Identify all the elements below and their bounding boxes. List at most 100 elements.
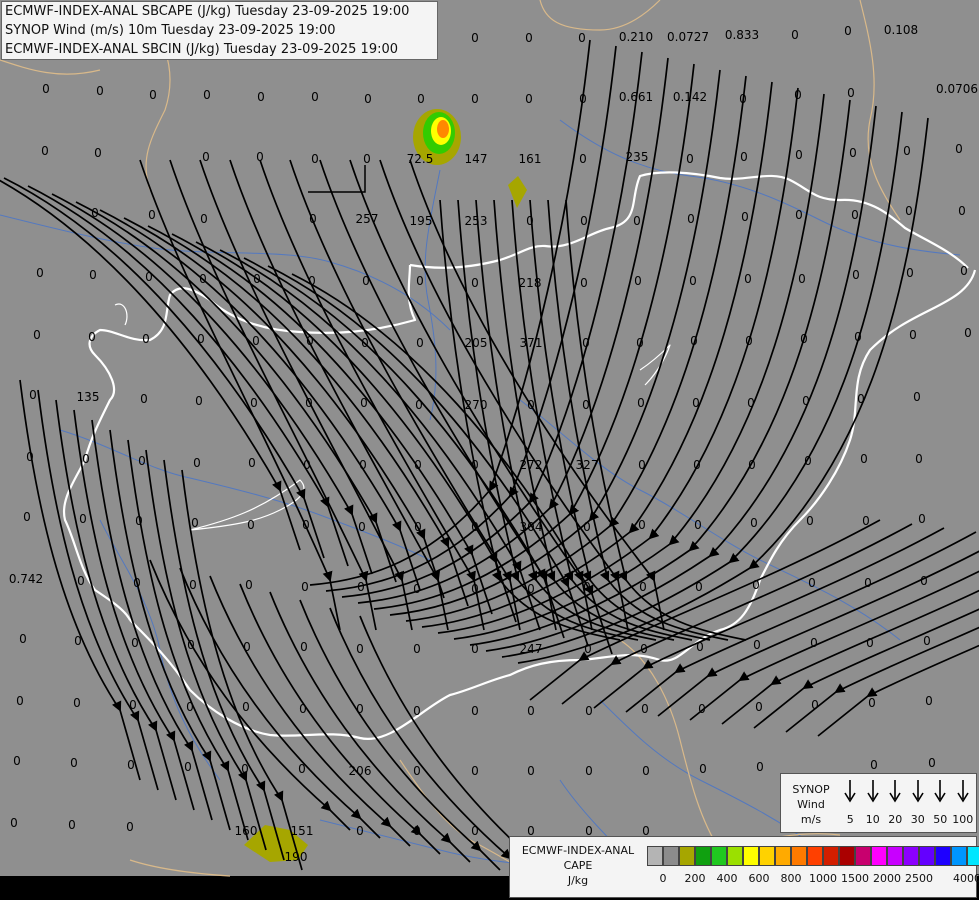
cin-value-199: 0 [70, 756, 78, 770]
cape-swatch-10 [807, 846, 823, 866]
wind-speed-50: 50 [929, 776, 952, 832]
cin-value-97: 135 [77, 390, 100, 404]
cin-value-63: 0 [199, 272, 207, 286]
cape-swatch-15 [887, 846, 903, 866]
cin-value-190: 0 [527, 704, 535, 718]
cape-tick-2000: 2000 [873, 872, 901, 885]
cin-value-80: 0 [142, 332, 150, 346]
cin-value-48: 257 [356, 212, 379, 226]
cin-value-129: 0 [915, 452, 923, 466]
cin-value-161: 0 [808, 576, 816, 590]
cin-value-30: 0 [256, 150, 264, 164]
cape-swatch-6 [743, 846, 759, 866]
cin-value-19: 0 [471, 92, 479, 106]
title-cape: ECMWF-INDEX-ANAL SBCAPE (J/kg) Tuesday 2… [5, 4, 410, 19]
wind-speed-20: 20 [884, 776, 907, 832]
cape-swatch-14 [871, 846, 887, 866]
weather-map[interactable]: 0.210 0.0727 0.833 0 0 0.108 0.0706 0 0 0 0 0 0 0 0 0 0 0… [0, 0, 979, 900]
cin-value-0: 0.210 [619, 30, 653, 44]
cin-value-153: 0 [357, 580, 365, 594]
cape-swatch-8 [775, 846, 791, 866]
cin-value-147: 0.742 [9, 572, 43, 586]
cin-value-156: 0 [527, 582, 535, 596]
cin-value-72: 0 [689, 274, 697, 288]
wind-speed-label: 30 [910, 813, 925, 826]
cin-value-111: 0 [857, 392, 865, 406]
cape-tick-labels: 0200400600800100015002000250040006000 [647, 872, 979, 888]
cin-value-133: 0 [191, 516, 199, 530]
wind-speed-label: 100 [952, 813, 974, 826]
cin-value-107: 0 [637, 396, 645, 410]
cin-value-33: 72.5 [407, 152, 434, 166]
wind-speed-100: 100 [952, 776, 975, 832]
cin-value-157: 0 [583, 580, 591, 594]
cin-value-179: 0 [866, 636, 874, 650]
cin-value-121: 0 [471, 458, 479, 472]
cape-tick-1500: 1500 [841, 872, 869, 885]
cin-value-103: 0 [415, 398, 423, 412]
cin-value-204: 206 [349, 764, 372, 778]
cin-value-165: 0 [74, 634, 82, 648]
cin-value-155: 0 [471, 582, 479, 596]
cin-value-76: 0 [906, 266, 914, 280]
cape-swatch-20 [967, 846, 979, 866]
cin-value-2: 0.833 [725, 28, 759, 42]
cin-value-126: 0 [748, 458, 756, 472]
synop-wind-legend: SYNOP Wind m/s 5 10 20 30 50 100 [780, 773, 977, 833]
cin-value-201: 0 [184, 760, 192, 774]
cin-value-1: 0.0727 [667, 30, 709, 44]
cin-value-47: 0 [309, 212, 317, 226]
cin-value-180: 0 [923, 634, 931, 648]
cin-value-69: 218 [519, 276, 542, 290]
cin-value-59: 0 [958, 204, 966, 218]
cin-value-15: 0 [257, 90, 265, 104]
cin-value-175: 0 [640, 642, 648, 656]
cape-swatch-17 [919, 846, 935, 866]
cin-value-222: 0 [471, 824, 479, 838]
cin-value-150: 0 [189, 578, 197, 592]
cape-swatch-16 [903, 846, 919, 866]
cin-value-64: 0 [253, 272, 261, 286]
cin-value-148: 0 [77, 574, 85, 588]
cin-value-191: 0 [585, 704, 593, 718]
cin-value-218: 151 [291, 824, 314, 838]
cin-value-88: 0 [582, 336, 590, 350]
wind-arrow-scale: 5 10 20 30 50 100 [839, 776, 974, 832]
cin-value-54: 0 [687, 212, 695, 226]
cin-value-205: 0 [413, 764, 421, 778]
cin-value-221: 0 [413, 824, 421, 838]
cin-value-10: 0 [578, 31, 586, 45]
cape-swatch-11 [823, 846, 839, 866]
cape-tick-200: 200 [684, 872, 706, 885]
cin-value-40: 0 [795, 148, 803, 162]
cin-value-101: 0 [305, 396, 313, 410]
cape-swatch-7 [759, 846, 775, 866]
cape-swatch-1 [663, 846, 679, 866]
cin-value-49: 195 [410, 214, 433, 228]
cape-tick-400: 400 [716, 872, 738, 885]
cape-tick-600: 600 [748, 872, 770, 885]
cin-value-170: 0 [356, 642, 364, 656]
cin-value-192: 0 [641, 702, 649, 716]
cin-value-127: 0 [804, 454, 812, 468]
cin-value-135: 0 [302, 518, 310, 532]
cin-value-100: 0 [250, 396, 258, 410]
cin-value-50: 253 [465, 214, 488, 228]
cin-value-38: 0 [686, 152, 694, 166]
cin-value-27: 0 [41, 144, 49, 158]
cin-value-3: 0 [791, 28, 799, 42]
cin-value-12: 0 [96, 84, 104, 98]
cin-value-140: 0 [583, 520, 591, 534]
cape-swatch-19 [951, 846, 967, 866]
cin-value-39: 0 [740, 150, 748, 164]
cape-color-scale [647, 846, 979, 866]
cape-swatch-5 [727, 846, 743, 866]
cin-value-84: 0 [361, 336, 369, 350]
cin-value-70: 0 [580, 276, 588, 290]
cin-value-154: 0 [413, 582, 421, 596]
cin-value-134: 0 [247, 518, 255, 532]
cape-swatch-9 [791, 846, 807, 866]
cin-value-13: 0 [149, 88, 157, 102]
cin-value-28: 0 [94, 146, 102, 160]
cin-value-44: 0 [91, 206, 99, 220]
